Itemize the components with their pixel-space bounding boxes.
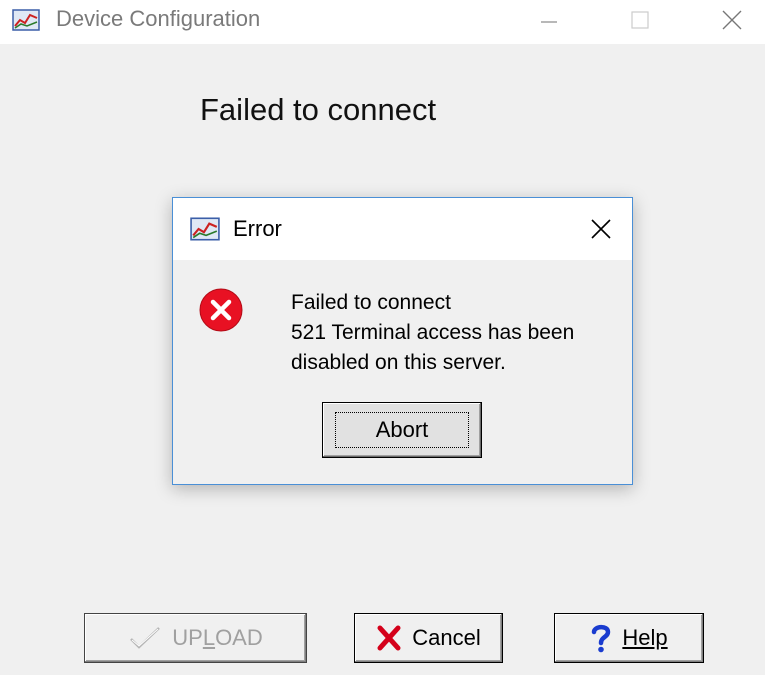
error-dialog: Error Failed to connect 521 Terminal acc… bbox=[172, 197, 633, 485]
window-title: Device Configuration bbox=[56, 6, 261, 31]
abort-label: Abort bbox=[334, 412, 470, 448]
help-button[interactable]: Help bbox=[554, 613, 704, 663]
question-mark-icon bbox=[590, 623, 612, 653]
minimize-icon bbox=[541, 21, 557, 23]
abort-button[interactable]: Abort bbox=[322, 402, 482, 458]
dialog-close-button[interactable] bbox=[583, 212, 619, 246]
close-icon bbox=[591, 219, 611, 239]
maximize-button[interactable] bbox=[608, 0, 672, 40]
message-line: 521 Terminal access has been bbox=[291, 321, 575, 344]
app-icon bbox=[12, 9, 40, 31]
close-button[interactable] bbox=[700, 0, 764, 40]
message-line: disabled on this server. bbox=[291, 351, 506, 374]
minimize-button[interactable] bbox=[517, 0, 581, 40]
dialog-titlebar[interactable]: Error bbox=[173, 198, 632, 260]
cancel-x-icon bbox=[376, 625, 402, 651]
help-label: Help bbox=[622, 625, 668, 650]
checkmark-icon bbox=[128, 625, 162, 651]
upload-label: UPLOAD bbox=[172, 625, 263, 650]
maximize-icon bbox=[631, 11, 649, 29]
dialog-title: Error bbox=[233, 216, 282, 241]
window-titlebar[interactable]: Device Configuration bbox=[0, 0, 765, 44]
cancel-button[interactable]: Cancel bbox=[354, 613, 503, 663]
status-heading: Failed to connect bbox=[200, 92, 437, 127]
message-line: Failed to connect bbox=[291, 291, 451, 314]
upload-button[interactable]: UPLOAD bbox=[84, 613, 307, 663]
app-icon bbox=[190, 217, 220, 241]
dialog-message: Failed to connect 521 Terminal access ha… bbox=[291, 288, 621, 378]
error-icon bbox=[199, 288, 243, 332]
cancel-label: Cancel bbox=[412, 625, 481, 650]
close-icon bbox=[722, 10, 742, 30]
